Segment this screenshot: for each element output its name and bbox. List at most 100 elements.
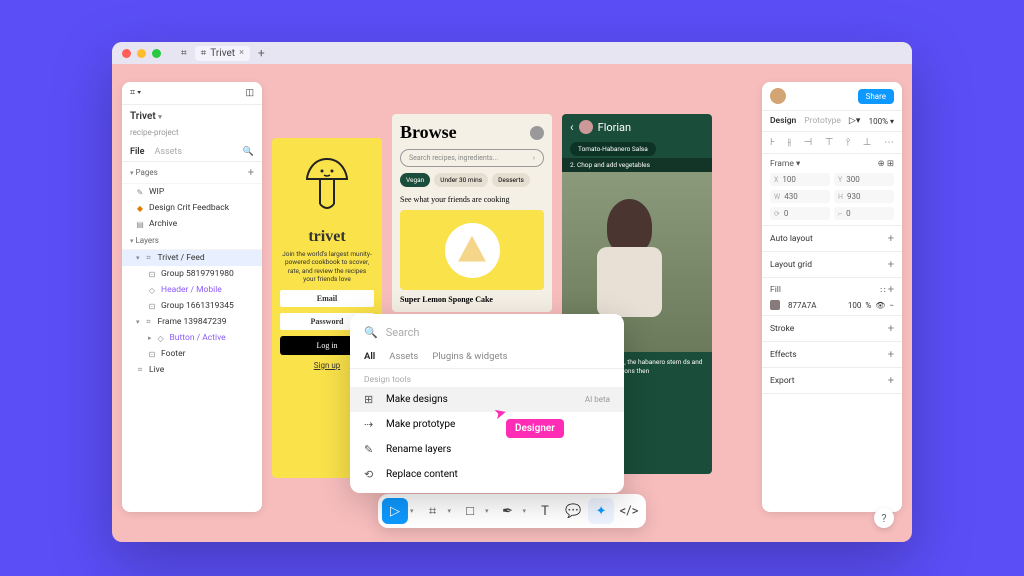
fill-swatch[interactable] [770,300,780,310]
add-grid-icon[interactable]: + [888,258,894,271]
layer-frame[interactable]: ▾⌗Frame 139847239 [122,314,262,330]
w-input[interactable]: W430 [770,190,830,203]
tidy-icon[interactable]: ⊞ [887,159,894,169]
recipe-caption: Super Lemon Sponge Cake [400,295,544,304]
back-icon[interactable]: ‹ [570,120,574,134]
radius-input[interactable]: ⌐0 [834,207,894,220]
remove-fill-icon[interactable]: − [889,301,894,310]
pen-tool-chevron[interactable]: ▾ [523,507,531,515]
project-name[interactable]: Trivet [130,111,156,122]
multiplayer-cursor-label: Designer [506,419,564,438]
actions-tab-assets[interactable]: Assets [389,351,418,362]
page-archive[interactable]: ▤Archive [122,216,262,232]
fill-styles-icon[interactable]: ∷ [880,286,885,296]
search-input[interactable]: Search recipes, ingredients...› [400,149,544,167]
layers-header[interactable]: Layers [136,236,159,245]
actions-tool[interactable]: ✦ [588,498,614,524]
user-avatar[interactable] [770,88,786,104]
move-tool-chevron[interactable]: ▾ [410,507,418,515]
toolbar: ▷▾ ⌗▾ □▾ ✒▾ T 💬 ✦ </> [378,494,646,528]
layer-button-active[interactable]: ▸◇Button / Active [122,330,262,346]
browse-subtitle: See what your friends are cooking [400,195,544,204]
comment-tool[interactable]: 💬 [560,498,586,524]
avatar [530,126,544,140]
move-tool[interactable]: ▷ [382,498,408,524]
tab-prototype[interactable]: Prototype [804,116,841,126]
stroke-section[interactable]: Stroke+ [762,316,902,342]
search-icon[interactable]: 🔍 [243,147,254,157]
effects-section[interactable]: Effects+ [762,342,902,368]
close-icon[interactable] [122,49,131,58]
fit-icon[interactable]: ⊕ [878,159,885,169]
mushroom-icon [302,154,352,214]
page-wip[interactable]: ✎WIP [122,184,262,200]
new-tab-button[interactable]: + [258,46,265,60]
export-section[interactable]: Export+ [762,368,902,394]
add-effect-icon[interactable]: + [888,348,894,361]
actions-tab-all[interactable]: All [364,351,375,362]
actions-tab-plugins[interactable]: Plugins & widgets [432,351,507,362]
shape-tool[interactable]: □ [457,498,483,524]
recipe-tag: Tomato-Habanero Salsa [570,142,656,156]
dev-mode-tool[interactable]: </> [616,498,642,524]
tab-label: Trivet [210,48,235,59]
maximize-icon[interactable] [152,49,161,58]
shape-tool-chevron[interactable]: ▾ [485,507,493,515]
avatar [579,120,593,134]
layer-live[interactable]: ⌗Live [122,362,262,378]
page-design-crit[interactable]: ◆Design Crit Feedback [122,200,262,216]
layer-header-mobile[interactable]: ◇Header / Mobile [122,282,262,298]
h-input[interactable]: H930 [834,190,894,203]
tab-trivet[interactable]: ⌗Trivet× [195,46,250,61]
action-replace-content[interactable]: ⟲Replace content [350,462,624,487]
layer-trivet-feed[interactable]: ▾⌗Trivet / Feed [122,250,262,266]
rotation-input[interactable]: ⟳0 [770,207,830,220]
chip-vegan[interactable]: Vegan [400,173,430,187]
close-tab-icon[interactable]: × [239,48,244,58]
panel-toggle-icon[interactable]: ◫ [245,88,254,98]
action-make-prototype[interactable]: ⇢Make prototype [350,412,624,437]
canvas-frame-browse[interactable]: Browse Search recipes, ingredients...› V… [392,114,552,312]
text-tool[interactable]: T [532,498,558,524]
figma-icon[interactable]: ⌗ [181,48,187,59]
frame-dropdown[interactable]: Frame [770,159,794,169]
share-button[interactable]: Share [858,89,894,104]
frame-tool-chevron[interactable]: ▾ [447,507,455,515]
add-autolayout-icon[interactable]: + [888,232,894,245]
actions-menu: 🔍Search All Assets Plugins & widgets Des… [350,314,624,493]
pen-tool[interactable]: ✒ [495,498,521,524]
tab-design[interactable]: Design [770,116,796,126]
align-tools[interactable]: ⊦⫲⊣⊤⫯⊥⋯ [762,132,902,154]
action-make-designs[interactable]: ⊞Make designsAI beta [350,387,624,412]
add-page-button[interactable]: + [248,166,254,179]
play-icon[interactable]: ▷▾ [849,116,860,126]
frame-tool[interactable]: ⌗ [419,498,445,524]
zoom-value[interactable]: 100% [869,117,888,126]
help-button[interactable]: ? [874,508,894,528]
action-rename-layers[interactable]: ✎Rename layers [350,437,624,462]
layer-group2[interactable]: ⊡Group 1661319345 [122,298,262,314]
align-top-icon: ⊤ [825,137,834,148]
x-input[interactable]: X100 [770,173,830,186]
fill-hex[interactable]: 877A7A [788,301,816,310]
actions-search[interactable]: 🔍Search [350,320,624,345]
email-field[interactable]: Email [280,290,374,307]
visibility-icon[interactable]: 👁 [875,301,885,310]
minimize-icon[interactable] [137,49,146,58]
add-export-icon[interactable]: + [888,374,894,387]
y-input[interactable]: Y300 [834,173,894,186]
tab-assets[interactable]: Assets [154,147,182,157]
chip-desserts[interactable]: Desserts [492,173,530,187]
fill-opacity[interactable]: 100 [848,301,862,310]
figma-menu-icon[interactable]: ⌗ ▾ [130,88,141,98]
layout-grid-section[interactable]: Layout grid+ [762,252,902,278]
add-stroke-icon[interactable]: + [888,322,894,335]
chip-under30[interactable]: Under 30 mins [434,173,488,187]
tab-file[interactable]: File [130,147,144,157]
add-fill-icon[interactable]: + [888,283,894,296]
pages-header[interactable]: Pages [136,168,158,177]
auto-layout-section[interactable]: Auto layout+ [762,226,902,252]
align-right-icon: ⊣ [803,137,812,148]
layer-footer[interactable]: ⊡Footer [122,346,262,362]
layer-group1[interactable]: ⊡Group 5819791980 [122,266,262,282]
